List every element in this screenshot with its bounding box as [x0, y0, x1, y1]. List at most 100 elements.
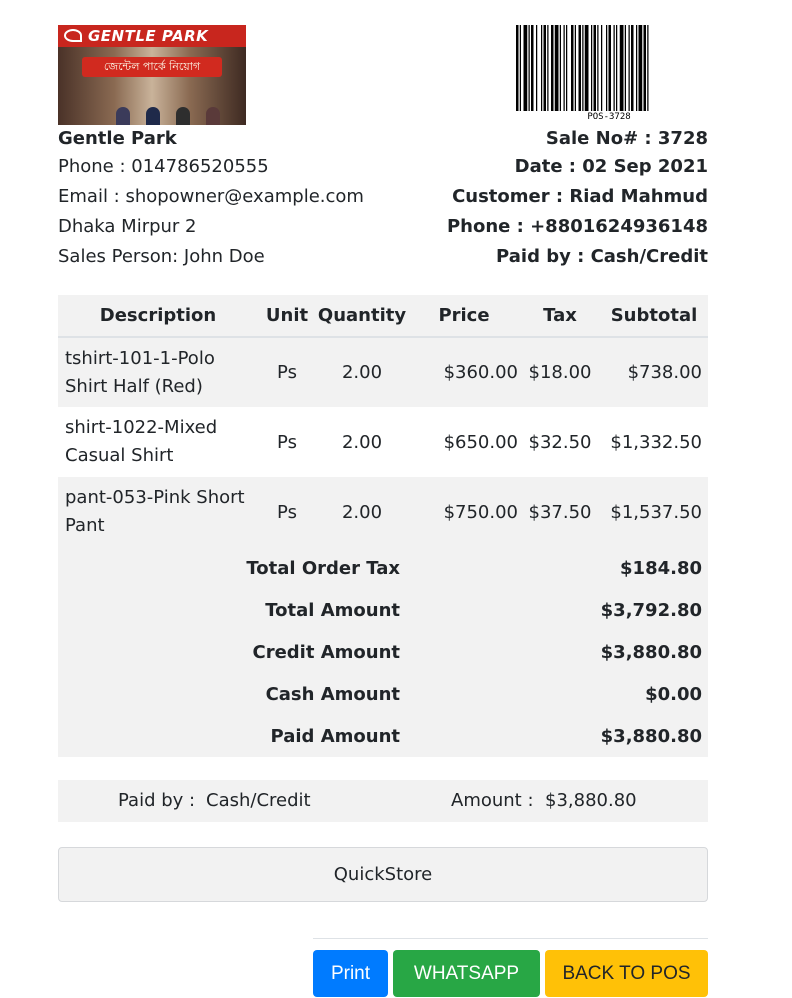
barcode-bar	[643, 25, 646, 111]
item-unit: Ps	[258, 477, 316, 547]
total-value: $3,792.80	[600, 589, 708, 631]
shop-name: Gentle Park	[58, 128, 177, 149]
logo-mark-icon	[64, 29, 82, 42]
item-price: $650.00	[408, 407, 520, 477]
table-header: Description Unit Quantity Price Tax Subt…	[58, 295, 708, 338]
barcode-bar	[591, 25, 593, 111]
barcode-bar	[624, 25, 626, 111]
paid-by: Paid by : Cash/Credit	[496, 246, 708, 267]
item-tax: $32.50	[520, 407, 600, 477]
barcode-bar	[578, 25, 581, 111]
shop-email: Email : shopowner@example.com	[58, 186, 364, 207]
total-label: Total Amount	[58, 589, 408, 631]
barcode-bar	[541, 25, 543, 111]
barcode-bar	[566, 25, 568, 111]
barcode-bar	[613, 25, 615, 111]
divider	[313, 938, 708, 939]
column-header: Unit	[258, 295, 316, 338]
payment-amount-label: Amount :	[451, 790, 534, 811]
item-unit: Ps	[258, 337, 316, 407]
total-label: Paid Amount	[58, 715, 408, 757]
barcode-bar	[631, 25, 634, 111]
barcode-bar	[571, 25, 574, 111]
barcode-bar	[616, 25, 618, 111]
barcode-bar	[584, 25, 589, 111]
barcode-bar	[554, 25, 559, 111]
total-value: $3,880.80	[600, 715, 708, 757]
total-label: Total Order Tax	[58, 547, 408, 589]
barcode-bar	[559, 25, 561, 111]
payment-paid-by-value: Cash/Credit	[206, 790, 311, 811]
column-header: Subtotal	[600, 295, 708, 338]
barcode-bar	[608, 25, 611, 111]
item-quantity: 2.00	[316, 337, 408, 407]
shop-logo: GENTLE PARK জেন্টেল পার্কে নিয়োগ	[58, 25, 246, 125]
table-row: shirt-1022-Mixed Casual Shirt Ps 2.00 $6…	[58, 407, 708, 477]
shop-phone: Phone : 014786520555	[58, 156, 269, 177]
store-footer: QuickStore	[58, 847, 708, 902]
column-header: Tax	[520, 295, 600, 338]
logo-text: GENTLE PARK	[88, 27, 209, 45]
barcode-bar	[593, 25, 596, 111]
total-label: Cash Amount	[58, 673, 408, 715]
payment-summary: Paid by : Cash/Credit Amount : $3,880.80	[58, 780, 708, 822]
customer-name: Customer : Riad Mahmud	[452, 186, 708, 207]
sale-number: Sale No# : 3728	[545, 128, 708, 149]
item-subtotal: $738.00	[600, 337, 708, 407]
column-header: Price	[408, 295, 520, 338]
item-subtotal: $1,332.50	[600, 407, 708, 477]
item-unit: Ps	[258, 407, 316, 477]
whatsapp-button[interactable]: WHATSAPP	[393, 950, 540, 997]
barcode-bar	[619, 25, 624, 111]
shop-info: Gentle Park Phone : 014786520555 Email :…	[58, 126, 388, 272]
item-quantity: 2.00	[316, 477, 408, 547]
total-order-tax-row: Total Order Tax $184.80	[58, 547, 708, 589]
barcode-bar	[601, 25, 603, 111]
barcode-bar	[628, 25, 630, 111]
paid-amount-row: Paid Amount $3,880.80	[58, 715, 708, 757]
total-label: Credit Amount	[58, 631, 408, 673]
barcode-bar	[636, 25, 638, 111]
column-header: Quantity	[316, 295, 408, 338]
barcode-bar	[519, 25, 521, 111]
sale-date: Date : 02 Sep 2021	[514, 156, 708, 177]
barcode: POS-3728	[514, 25, 704, 125]
barcode-bar	[536, 25, 538, 111]
barcode-bar	[563, 25, 565, 111]
sale-info: Sale No# : 3728 Date : 02 Sep 2021 Custo…	[378, 126, 708, 272]
item-subtotal: $1,537.50	[600, 477, 708, 547]
item-description: pant-053-Pink Short Pant	[58, 477, 258, 547]
barcode-bar	[543, 25, 546, 111]
column-header: Description	[58, 295, 258, 338]
item-price: $360.00	[408, 337, 520, 407]
barcode-bar	[582, 25, 584, 111]
barcode-bar	[547, 25, 549, 111]
barcode-bar	[551, 25, 554, 111]
total-value: $0.00	[600, 673, 708, 715]
customer-phone: Phone : +8801624936148	[446, 216, 708, 237]
print-button[interactable]: Print	[313, 950, 388, 997]
barcode-bar	[606, 25, 608, 111]
payment-amount-value: $3,880.80	[545, 790, 637, 811]
table-row: tshirt-101-1-Polo Shirt Half (Red) Ps 2.…	[58, 337, 708, 407]
item-tax: $37.50	[520, 477, 600, 547]
total-value: $184.80	[600, 547, 708, 589]
mannequin-figure	[176, 107, 190, 125]
back-to-pos-button[interactable]: BACK TO POS	[545, 950, 708, 997]
cash-amount-row: Cash Amount $0.00	[58, 673, 708, 715]
mannequin-figure	[146, 107, 160, 125]
item-description: shirt-1022-Mixed Casual Shirt	[58, 407, 258, 477]
table-row: pant-053-Pink Short Pant Ps 2.00 $750.00…	[58, 477, 708, 547]
logo-bar: GENTLE PARK	[58, 25, 246, 47]
credit-amount-row: Credit Amount $3,880.80	[58, 631, 708, 673]
barcode-bar	[531, 25, 534, 111]
items-table: Description Unit Quantity Price Tax Subt…	[58, 295, 708, 757]
barcode-bar	[523, 25, 528, 111]
payment-paid-by-label: Paid by :	[118, 790, 196, 811]
item-description: tshirt-101-1-Polo Shirt Half (Red)	[58, 337, 258, 407]
barcode-bars	[516, 25, 649, 111]
item-tax: $18.00	[520, 337, 600, 407]
barcode-code: POS-3728	[587, 112, 631, 122]
barcode-bar	[516, 25, 519, 111]
logo-banner: জেন্টেল পার্কে নিয়োগ	[82, 57, 222, 77]
